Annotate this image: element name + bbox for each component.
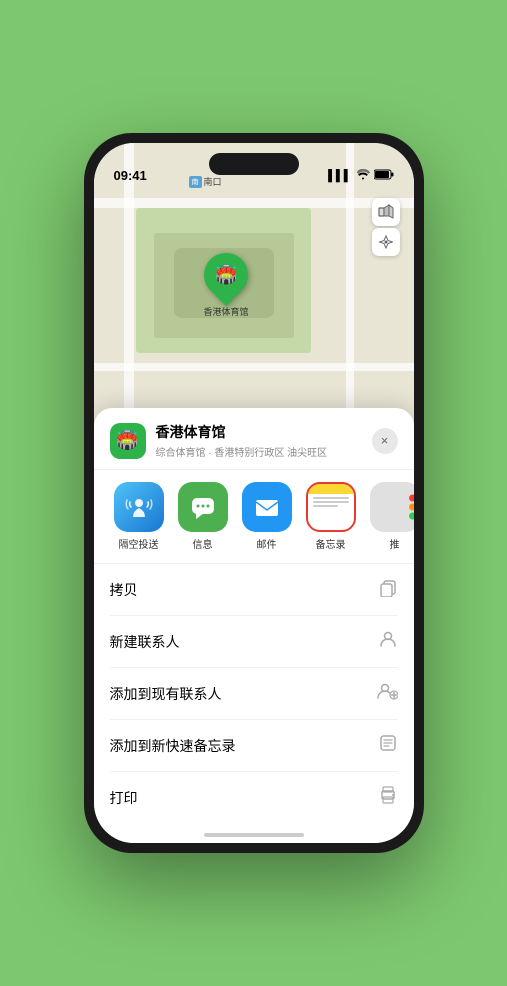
share-item-notes[interactable]: 备忘录 [302, 482, 360, 551]
person-icon [378, 629, 398, 654]
phone-frame: 09:41 ▌▌▌ [84, 133, 424, 853]
share-item-messages[interactable]: 信息 [174, 482, 232, 551]
person-add-icon [376, 681, 398, 706]
action-new-contact[interactable]: 新建联系人 [110, 616, 398, 668]
location-button[interactable] [372, 228, 400, 256]
action-add-existing[interactable]: 添加到现有联系人 [110, 668, 398, 720]
messages-icon [178, 482, 228, 532]
battery-icon [374, 169, 394, 183]
close-button[interactable]: × [372, 428, 398, 454]
status-time: 09:41 [114, 168, 147, 183]
airdrop-icon [114, 482, 164, 532]
action-print[interactable]: 打印 [110, 772, 398, 823]
location-icon: 🏟️ [110, 423, 146, 459]
action-add-notes-label: 添加到新快速备忘录 [110, 736, 236, 756]
location-name: 香港体育馆 [156, 422, 372, 442]
bottom-sheet: 🏟️ 香港体育馆 综合体育馆 · 香港特别行政区 油尖旺区 × [94, 408, 414, 843]
quick-notes-icon [378, 733, 398, 758]
mail-icon [242, 482, 292, 532]
map-road [94, 198, 414, 208]
share-actions-row: 隔空投送 信息 [94, 470, 414, 564]
notes-icon [306, 482, 356, 532]
share-item-more[interactable]: 推 [366, 482, 414, 551]
action-add-notes[interactable]: 添加到新快速备忘录 [110, 720, 398, 772]
dynamic-island [209, 153, 299, 175]
wifi-icon [356, 169, 370, 183]
stadium-icon: 🏟️ [215, 265, 237, 286]
phone-screen: 09:41 ▌▌▌ [94, 143, 414, 843]
messages-label: 信息 [193, 536, 213, 551]
share-item-airdrop[interactable]: 隔空投送 [110, 482, 168, 551]
map-type-button[interactable] [372, 198, 400, 226]
status-icons: ▌▌▌ [328, 169, 393, 183]
location-info: 香港体育馆 综合体育馆 · 香港特别行政区 油尖旺区 [156, 422, 372, 459]
stadium-marker[interactable]: 🏟️ 香港体育馆 [204, 253, 249, 318]
action-copy[interactable]: 拷贝 [110, 564, 398, 616]
map-controls [372, 198, 400, 256]
marker-label: 香港体育馆 [204, 305, 249, 318]
mail-label: 邮件 [257, 536, 277, 551]
more-label: 推 [390, 536, 400, 551]
print-icon [378, 785, 398, 810]
home-indicator [204, 833, 304, 837]
copy-icon [378, 577, 398, 602]
airdrop-label: 隔空投送 [119, 536, 159, 551]
location-header: 🏟️ 香港体育馆 综合体育馆 · 香港特别行政区 油尖旺区 × [94, 408, 414, 470]
marker-pin: 🏟️ [195, 244, 257, 306]
map-road [94, 363, 414, 371]
notes-label: 备忘录 [316, 536, 346, 551]
action-print-label: 打印 [110, 788, 138, 808]
action-list: 拷贝 新建联系人 [94, 564, 414, 823]
action-new-contact-label: 新建联系人 [110, 632, 180, 652]
action-copy-label: 拷贝 [110, 580, 138, 600]
more-apps-icon [370, 482, 414, 532]
action-add-existing-label: 添加到现有联系人 [110, 684, 222, 704]
location-desc: 综合体育馆 · 香港特别行政区 油尖旺区 [156, 444, 372, 459]
share-item-mail[interactable]: 邮件 [238, 482, 296, 551]
signal-icon: ▌▌▌ [328, 170, 351, 182]
